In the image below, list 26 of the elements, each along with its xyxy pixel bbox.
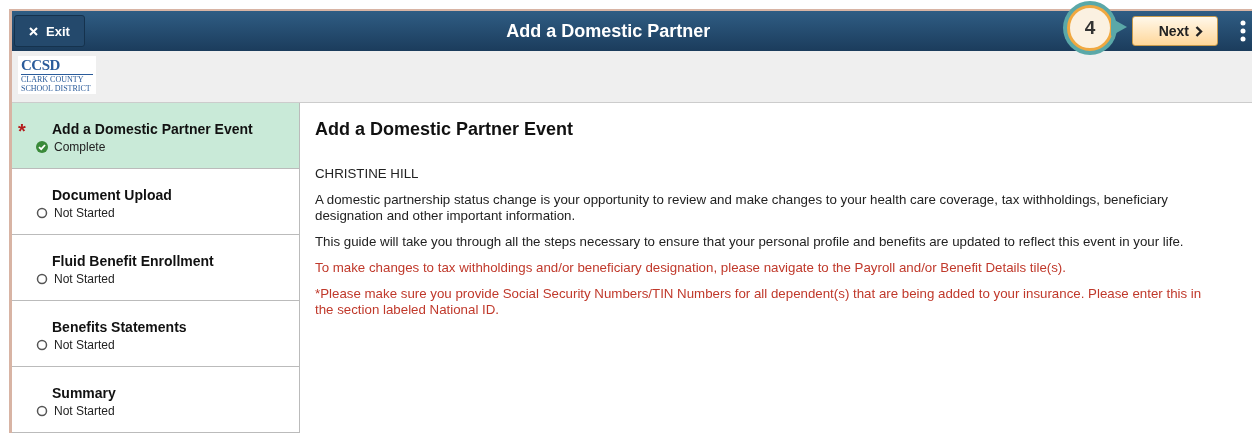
page-title: Add a Domestic Partner [506, 20, 711, 42]
step-status: Not Started [54, 206, 115, 220]
next-button[interactable]: Next [1131, 16, 1218, 46]
pointer-icon [1111, 18, 1127, 36]
step-status: Not Started [54, 272, 115, 286]
close-icon [29, 26, 38, 36]
district-logo: CCSD CLARK COUNTY SCHOOL DISTRICT [18, 56, 96, 94]
exit-button[interactable]: Exit [14, 15, 85, 47]
step-status: Not Started [54, 404, 115, 418]
body-text: This guide will take you through all the steps necessary to ensure that your personal profile and benefits are updated to reflect this event in your life. [315, 234, 1185, 250]
step-label: Document Upload [51, 187, 172, 203]
notice-text: To make changes to tax withholdings and/or beneficiary designation, please navigate to the Payroll and/or Benefit Details tile(s). [315, 260, 1067, 276]
chevron-right-icon [1195, 25, 1203, 37]
notice-text: *Please make sure you provide Social Security Numbers/TIN Numbers for all dependent(s) that are being added to your insurance. Please enter this in the section labeled National ID. [315, 286, 1203, 318]
step-label: Fluid Benefit Enrollment [51, 253, 214, 269]
step-label: Add a Domestic Partner Event [51, 121, 253, 137]
step-status: Complete [54, 140, 106, 154]
required-mark: * [18, 121, 27, 137]
body-text: A domestic partnership status change is your opportunity to review and make changes to your health care coverage, tax withholdings, beneficiary designation and other important information. [315, 192, 1169, 224]
step-label: Benefits Statements [51, 319, 187, 335]
section-heading: Add a Domestic Partner Event [315, 119, 575, 140]
body-text: CHRISTINE HILL [315, 166, 420, 182]
step-status: Not Started [54, 338, 115, 352]
step-item[interactable]: * Add a Domestic Partner Event Complete [12, 103, 299, 169]
step-label: Summary [51, 385, 116, 401]
more-options-icon[interactable] [1240, 20, 1246, 42]
